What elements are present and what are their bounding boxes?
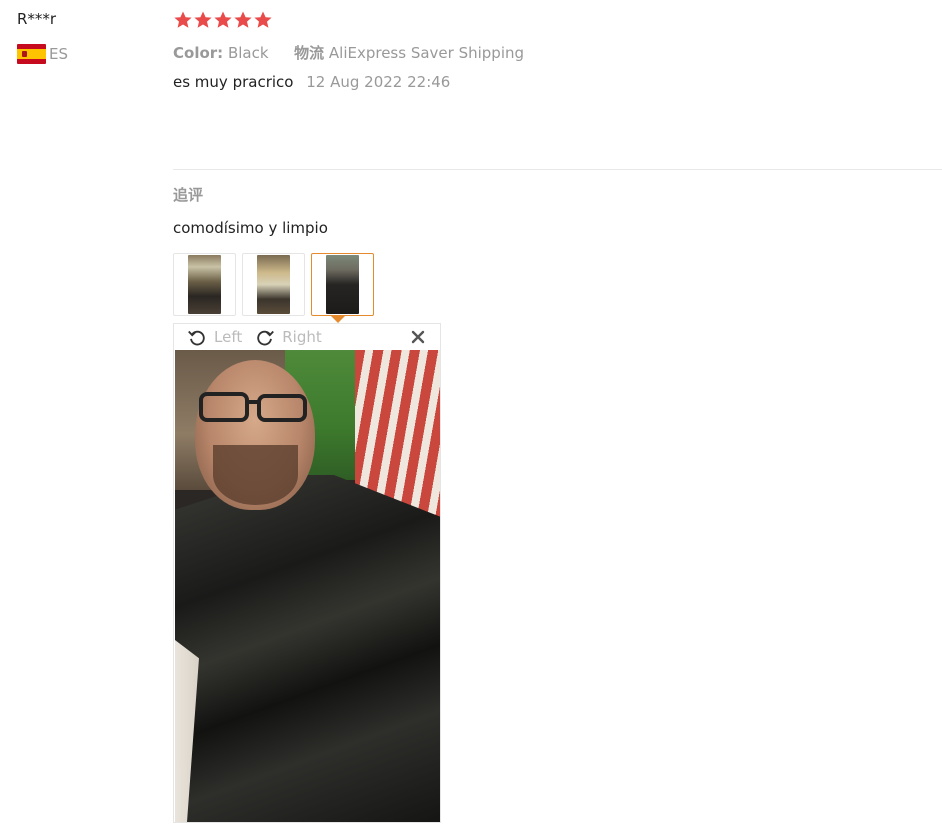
rotate-right-label: Right: [282, 328, 322, 346]
divider: [173, 169, 942, 170]
rotate-left-icon: [188, 330, 205, 346]
shipping-key: 物流: [294, 44, 325, 62]
review-date: 12 Aug 2022 22:46: [306, 73, 451, 91]
review-meta: Color: Black 物流 AliExpress Saver Shippin…: [173, 42, 524, 63]
star-icon: [234, 11, 252, 28]
review-photo-large: [175, 350, 440, 822]
review-text: es muy pracrico: [173, 73, 294, 91]
spain-flag-icon: [17, 44, 46, 64]
followup-label: 追评: [173, 186, 204, 204]
star-rating: [173, 10, 273, 30]
rotate-left-label: Left: [214, 328, 243, 346]
star-icon: [214, 11, 232, 28]
close-icon[interactable]: [410, 329, 426, 345]
review-body: es muy pracrico 12 Aug 2022 22:46: [173, 73, 450, 91]
followup-text: comodísimo y limpio: [173, 219, 328, 237]
thumbnail-photo-2[interactable]: [242, 253, 305, 316]
color-key: Color:: [173, 44, 224, 62]
thumbnail-photo-1[interactable]: [173, 253, 236, 316]
rotate-left-button[interactable]: Left: [186, 326, 242, 348]
viewer-toolbar: Left Right: [174, 324, 440, 350]
color-value: Black: [227, 44, 269, 62]
photo-viewer: Left Right: [173, 323, 441, 823]
active-thumbnail-caret-icon: [331, 316, 345, 323]
rotate-right-button[interactable]: Right: [254, 326, 322, 348]
thumbnail-image: [257, 255, 290, 314]
thumbnail-image: [326, 255, 359, 314]
thumbnail-photo-3[interactable]: [311, 253, 374, 316]
shipping-value: AliExpress Saver Shipping: [328, 44, 525, 62]
star-icon: [174, 11, 192, 28]
thumbnail-image: [188, 255, 221, 314]
rotate-right-icon: [257, 330, 275, 346]
star-icon: [254, 11, 272, 28]
country-code: ES: [49, 45, 68, 63]
user-name: R***r: [17, 10, 57, 28]
photo-thumbnails: [173, 253, 374, 316]
star-icon: [194, 11, 212, 28]
user-country: ES: [17, 44, 68, 64]
